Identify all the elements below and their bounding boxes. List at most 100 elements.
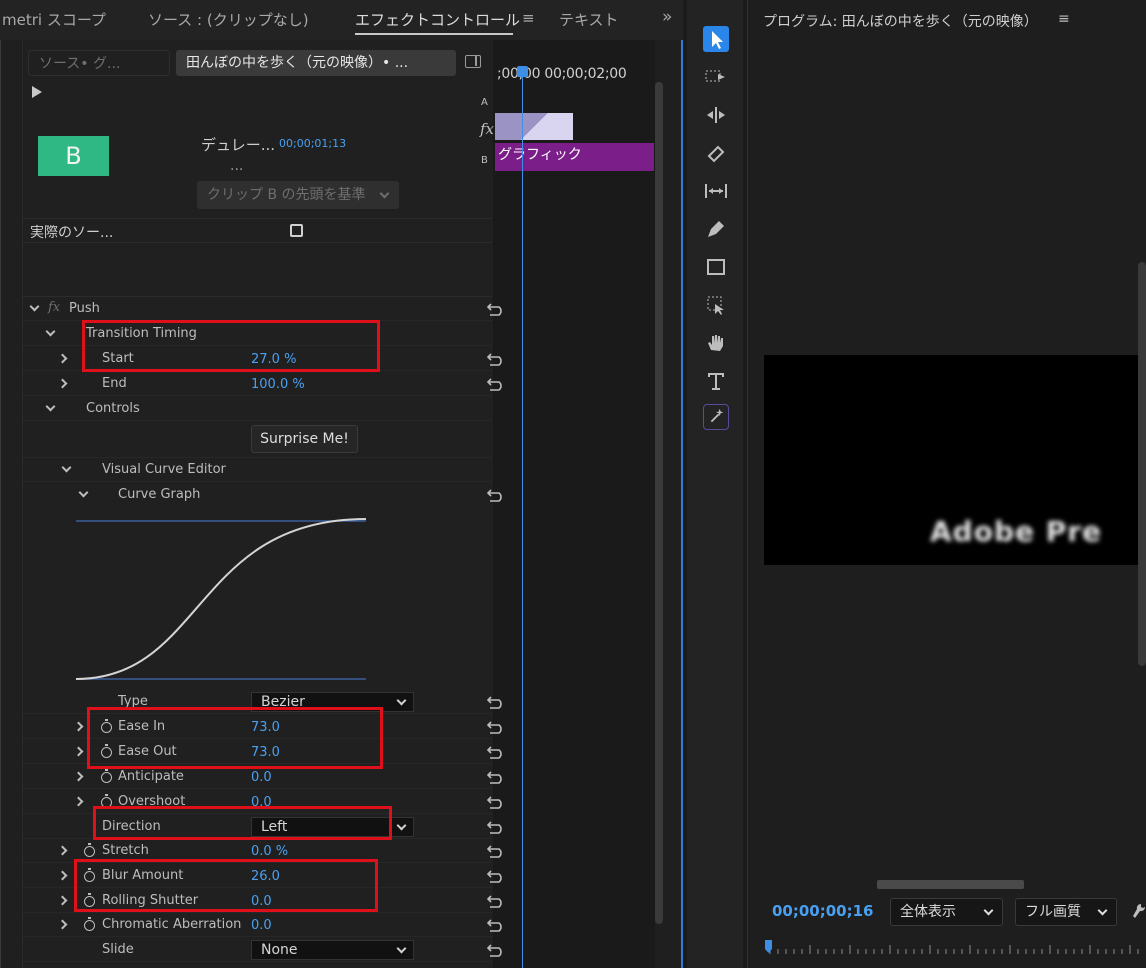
program-menu-icon[interactable]: ≡ — [1058, 11, 1070, 27]
playhead-line[interactable] — [522, 70, 523, 968]
effect-controls-scrollbar[interactable] — [655, 82, 663, 924]
reset-icon[interactable] — [487, 894, 507, 908]
divider — [22, 218, 492, 219]
chevron-right-icon[interactable] — [57, 919, 68, 930]
slip-tool[interactable] — [703, 178, 729, 204]
panel-layout-icon[interactable] — [465, 55, 481, 68]
controls-label: Controls — [86, 401, 140, 416]
chevron-down-icon[interactable] — [78, 487, 89, 498]
reset-icon[interactable] — [487, 844, 507, 858]
chevron-right-icon[interactable] — [73, 746, 84, 757]
ease-curve-graph[interactable] — [74, 513, 370, 685]
more-tabs-icon[interactable]: » — [662, 7, 672, 27]
playhead-handle[interactable] — [517, 66, 528, 77]
reset-icon[interactable] — [487, 745, 507, 759]
tab-effect-controls[interactable]: エフェクトコントロール — [355, 9, 520, 30]
highlight-transition-timing — [82, 320, 380, 372]
transition-clip-a[interactable] — [495, 113, 573, 140]
fx-icon[interactable]: fx — [48, 300, 60, 315]
video-frame[interactable]: Adobe Pre — [764, 355, 1146, 565]
reset-icon[interactable] — [487, 695, 507, 709]
playback-quality-dropdown[interactable]: フル画質 — [1015, 898, 1117, 926]
duration-value[interactable]: 00;00;01;13 — [279, 137, 346, 150]
effect-controls-timeline[interactable] — [493, 40, 655, 968]
group-visual-curve-editor[interactable]: Visual Curve Editor — [22, 458, 492, 482]
reset-icon[interactable] — [487, 820, 507, 834]
chevron-down-icon[interactable] — [61, 462, 72, 473]
stopwatch-icon[interactable] — [84, 917, 95, 931]
reset-icon[interactable] — [487, 918, 507, 932]
chevron-down-icon — [396, 943, 407, 954]
tab-source[interactable]: ソース : (クリップなし) — [148, 9, 309, 30]
slide-value: None — [261, 942, 298, 958]
program-horizontal-scrollbar[interactable] — [877, 880, 1024, 889]
generative-extend-tool[interactable] — [703, 292, 729, 318]
chevron-right-icon[interactable] — [73, 721, 84, 732]
chevron-right-icon[interactable] — [73, 796, 84, 807]
panel-tab-bar: metri スコープ ソース : (クリップなし) エフェクトコントロール ≡ … — [0, 0, 683, 40]
surprise-me-button[interactable]: Surprise Me! — [251, 425, 358, 453]
tab-lumetri-scopes[interactable]: metri スコープ — [2, 9, 106, 30]
track-select-tool[interactable] — [703, 64, 729, 90]
sequence-clip-selector[interactable]: 田んぼの中を歩く（元の映像）• ... — [176, 50, 456, 76]
reset-icon[interactable] — [487, 377, 507, 391]
reset-icon[interactable] — [487, 943, 507, 957]
source-clip-selector[interactable]: ソース• グ... — [28, 50, 170, 76]
reset-icon[interactable] — [487, 795, 507, 809]
magic-tool[interactable] — [703, 404, 729, 430]
slide-dropdown[interactable]: None — [251, 940, 414, 960]
type-icon — [708, 373, 724, 390]
transition-preview-tile: B — [38, 136, 109, 176]
hand-tool[interactable] — [703, 330, 729, 356]
reset-icon[interactable] — [487, 488, 507, 502]
reset-icon[interactable] — [487, 869, 507, 883]
chevron-right-icon[interactable] — [57, 378, 68, 389]
ripple-edit-tool[interactable] — [703, 102, 729, 128]
selection-tool[interactable] — [703, 26, 729, 52]
wrench-icon[interactable] — [1132, 902, 1146, 924]
play-preview-icon[interactable] — [32, 86, 42, 98]
rectangle-tool[interactable] — [703, 254, 729, 280]
highlight-ease — [87, 707, 383, 769]
chromatic-aberration-value[interactable]: 0.0 — [251, 918, 272, 933]
reset-icon[interactable] — [487, 770, 507, 784]
stopwatch-icon[interactable] — [84, 843, 95, 857]
chevron-right-icon[interactable] — [73, 771, 84, 782]
chevron-down-icon[interactable] — [45, 401, 56, 412]
selection-arrow-icon — [712, 31, 723, 49]
razor-tool[interactable] — [703, 140, 729, 166]
graphic-clip[interactable]: グラフィック — [495, 143, 654, 171]
chevron-right-icon[interactable] — [57, 870, 68, 881]
chevron-down-icon — [983, 905, 994, 916]
chevron-right-icon[interactable] — [57, 353, 68, 364]
group-controls[interactable]: Controls — [22, 397, 492, 421]
group-curve-graph[interactable]: Curve Graph — [22, 483, 502, 507]
stopwatch-icon[interactable] — [101, 769, 112, 783]
program-timecode[interactable]: 00;00;00;16 — [772, 902, 874, 920]
reset-icon[interactable] — [487, 352, 507, 366]
end-value[interactable]: 100.0 % — [251, 377, 305, 392]
effect-row-push[interactable]: fx Push — [22, 297, 502, 321]
zoom-fit-dropdown[interactable]: 全体表示 — [890, 898, 1003, 926]
chevron-down-icon[interactable] — [29, 301, 40, 312]
chevron-right-icon[interactable] — [57, 895, 68, 906]
chevron-down-icon[interactable] — [45, 326, 56, 337]
program-time-ruler[interactable] — [764, 940, 1146, 956]
tab-text[interactable]: テキスト — [559, 9, 619, 30]
program-vertical-scrollbar[interactable] — [1138, 262, 1146, 666]
program-monitor-title[interactable]: プログラム: 田んぼの中を歩く（元の映像） — [763, 11, 1038, 31]
anticipate-value[interactable]: 0.0 — [251, 770, 272, 785]
tab-menu-icon[interactable]: ≡ — [522, 9, 535, 27]
stretch-value[interactable]: 0.0 % — [251, 844, 288, 859]
reset-icon[interactable] — [487, 720, 507, 734]
type-tool[interactable] — [703, 368, 729, 394]
reset-icon[interactable] — [487, 302, 507, 316]
razor-icon — [707, 145, 725, 163]
actual-sources-checkbox[interactable] — [290, 224, 303, 237]
program-playhead[interactable] — [765, 940, 772, 953]
highlight-blur-rolling — [74, 859, 378, 912]
chevron-right-icon[interactable] — [57, 845, 68, 856]
alignment-dropdown[interactable]: クリップ B の先頭を基準 — [197, 181, 399, 209]
pen-tool[interactable] — [703, 216, 729, 242]
ease-curve[interactable] — [75, 518, 367, 680]
